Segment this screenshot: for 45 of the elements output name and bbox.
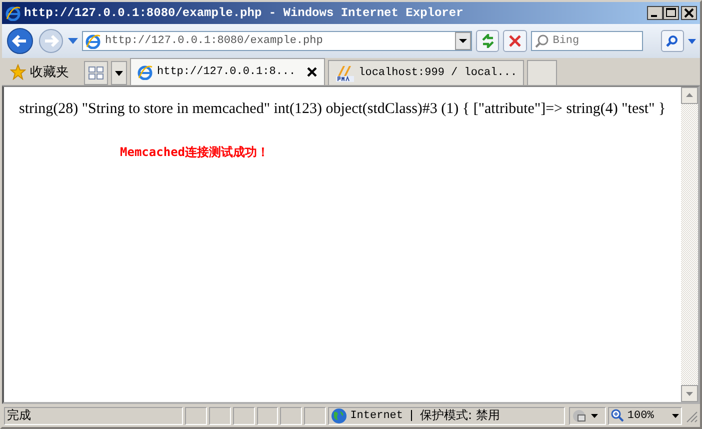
refresh-icon	[480, 34, 495, 48]
browser-tab[interactable]: http://127.0.0.1:8...	[130, 58, 325, 85]
status-panel	[304, 406, 326, 424]
dropdown-arrow-icon	[672, 414, 679, 418]
ie-logo-icon	[5, 5, 21, 21]
status-panel	[232, 406, 255, 424]
search-icon	[534, 34, 549, 48]
tab-list-button[interactable]	[111, 61, 127, 85]
refresh-button[interactable]	[476, 30, 500, 52]
protected-mode-label: 保护模式: 禁用	[420, 407, 500, 424]
grid-icon	[88, 66, 104, 80]
page-icon	[85, 33, 101, 49]
scroll-up-button[interactable]	[681, 87, 698, 104]
globe-icon	[331, 408, 348, 424]
search-button[interactable]	[660, 30, 684, 52]
scroll-down-button[interactable]	[681, 385, 698, 402]
status-panel	[256, 406, 278, 424]
pma-logo-icon	[334, 64, 355, 82]
output-text: string(28) "String to store in memcached" int(123) object(stdClass)#3 (1) { ["attribute"]=> string(4) "test" }	[19, 101, 667, 118]
browser-tab[interactable]: localhost:999 / local...	[328, 60, 524, 85]
status-panel	[208, 406, 231, 424]
zoom-button[interactable]: 100%	[608, 406, 682, 424]
security-button[interactable]	[568, 406, 606, 424]
status-panel	[184, 406, 207, 424]
zone-label: Internet	[350, 410, 403, 422]
favorites-button[interactable]: 收藏夹	[10, 59, 69, 85]
minimize-button[interactable]	[647, 6, 663, 20]
zoom-icon	[611, 409, 624, 422]
search-icon	[666, 35, 678, 47]
status-text: 完成	[4, 406, 183, 424]
ie-logo-icon	[137, 64, 153, 80]
maximize-button[interactable]	[663, 6, 679, 20]
close-icon[interactable]	[306, 66, 318, 78]
stop-button[interactable]	[503, 30, 527, 52]
close-button[interactable]	[681, 6, 697, 20]
address-bar[interactable]: http://127.0.0.1:8080/example.php	[82, 31, 472, 51]
close-icon	[509, 35, 522, 47]
status-panel	[280, 406, 302, 424]
window-title: http://127.0.0.1:8080/example.php - Windows Internet Explorer	[24, 6, 464, 20]
star-icon	[10, 64, 26, 80]
dropdown-arrow-icon	[115, 70, 123, 76]
back-button[interactable]	[6, 27, 34, 55]
success-message: Memcached连接测试成功！	[120, 144, 270, 161]
search-field[interactable]: Bing	[530, 31, 643, 51]
dropdown-arrow-icon	[590, 414, 598, 418]
